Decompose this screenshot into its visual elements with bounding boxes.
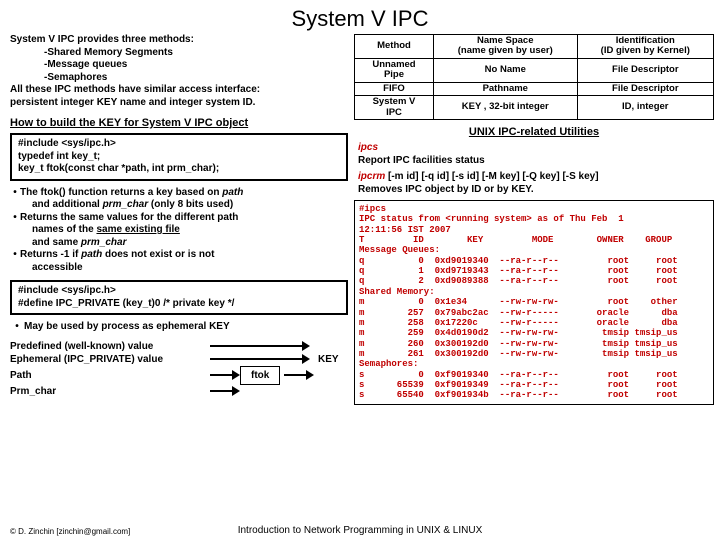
code-line: #include <sys/ipc.h> [18,285,340,298]
bullet-list: • The ftok() function returns a key base… [10,187,348,275]
section-heading-utilities: UNIX IPC-related Utilities [354,126,714,138]
cmd-desc: Report IPC facilities status [358,155,485,166]
cmd-opts: [-m id] [-q id] [-s id] [-M key] [-Q key… [385,171,598,182]
bullet-item: • May be used by process as ephemeral KE… [10,321,348,334]
terminal-text: #ipcs IPC status from <running system> a… [359,204,709,401]
text: May be used by process as ephemeral KEY [24,321,230,332]
text: (only 8 bits used) [148,199,233,210]
left-column: System V IPC provides three methods: -Sh… [0,34,352,398]
intro-method: -Shared Memory Segments [10,47,348,60]
code-line: typedef int key_t; [18,151,340,164]
key-label: KEY [318,353,339,366]
bullet-item: • The ftok() function returns a key base… [10,187,348,212]
diagram-label: Predefined (well-known) value [10,340,210,353]
text: accessible [20,262,348,275]
th-id: Identification(ID given by Kernel) [577,35,713,59]
cmd-desc: Removes IPC object by ID or by KEY. [358,184,534,195]
em: prm_char [81,237,127,248]
code-box-ipc-private: #include <sys/ipc.h> #define IPC_PRIVATE… [10,280,348,315]
bullet-item: • Returns -1 if path does not exist or i… [10,249,348,274]
right-column: Method Name Space(name given by user) Id… [352,34,720,405]
intro-line: All these IPC methods have similar acces… [10,84,348,97]
code-line: #define IPC_PRIVATE (key_t)0 /* private … [18,298,340,311]
arrow-right-icon [210,340,310,352]
intro-line: persistent integer KEY name and integer … [10,97,348,110]
em: prm_char [103,199,149,210]
bullet-list: • May be used by process as ephemeral KE… [10,321,348,334]
util-ipcs: ipcs Report IPC facilities status [358,142,714,167]
code-line: key_t ftok(const char *path, int prm_cha… [18,163,340,176]
table-row: FIFOPathnameFile Descriptor [355,82,714,95]
intro-method: -Semaphores [10,72,348,85]
text: The ftok() function returns a key based … [20,187,222,198]
footer-title: Introduction to Network Programming in U… [0,525,720,536]
underline: same existing file [96,224,179,235]
th-namespace: Name Space(name given by user) [433,35,577,59]
em: path [81,249,102,260]
diagram-label: Prm_char [10,385,210,398]
diagram-label: Path [10,369,210,382]
diagram-label: Ephemeral (IPC_PRIVATE) value [10,353,210,366]
terminal-output: #ipcs IPC status from <running system> a… [354,200,714,405]
text: does not exist or is not [102,249,214,260]
text: names of the [32,224,96,235]
intro-line: System V IPC provides three methods: [10,34,348,47]
arrow-right-icon [210,385,240,397]
method-table: Method Name Space(name given by user) Id… [354,34,714,120]
section-heading-build-key: How to build the KEY for System V IPC ob… [10,117,348,129]
arrow-right-icon [284,369,314,381]
bullet-item: • Returns the same values for the differ… [10,212,348,250]
table-row: System VIPC KEY , 32-bit integerID, inte… [355,96,714,120]
key-diagram: Predefined (well-known) value Ephemeral … [10,340,348,398]
ftok-box: ftok [240,366,280,385]
text: Returns -1 if [20,249,81,260]
table-row: UnnamedPipe No NameFile Descriptor [355,58,714,82]
text: and same [32,237,81,248]
text: and additional [32,199,103,210]
intro-block: System V IPC provides three methods: -Sh… [10,34,348,109]
arrow-right-icon [210,353,310,365]
util-ipcrm: ipcrm [-m id] [-q id] [-s id] [-M key] [… [358,171,714,196]
code-line: #include <sys/ipc.h> [18,138,340,151]
arrow-right-icon [210,369,240,381]
text: Returns the same values for the differen… [20,212,238,223]
th-method: Method [355,35,434,59]
intro-method: -Message queues [10,59,348,72]
code-box-ftok-decl: #include <sys/ipc.h> typedef int key_t; … [10,133,348,181]
cmd-name: ipcs [358,142,378,153]
cmd-name: ipcrm [358,171,385,182]
em: path [222,187,243,198]
page-title: System V IPC [0,0,720,34]
